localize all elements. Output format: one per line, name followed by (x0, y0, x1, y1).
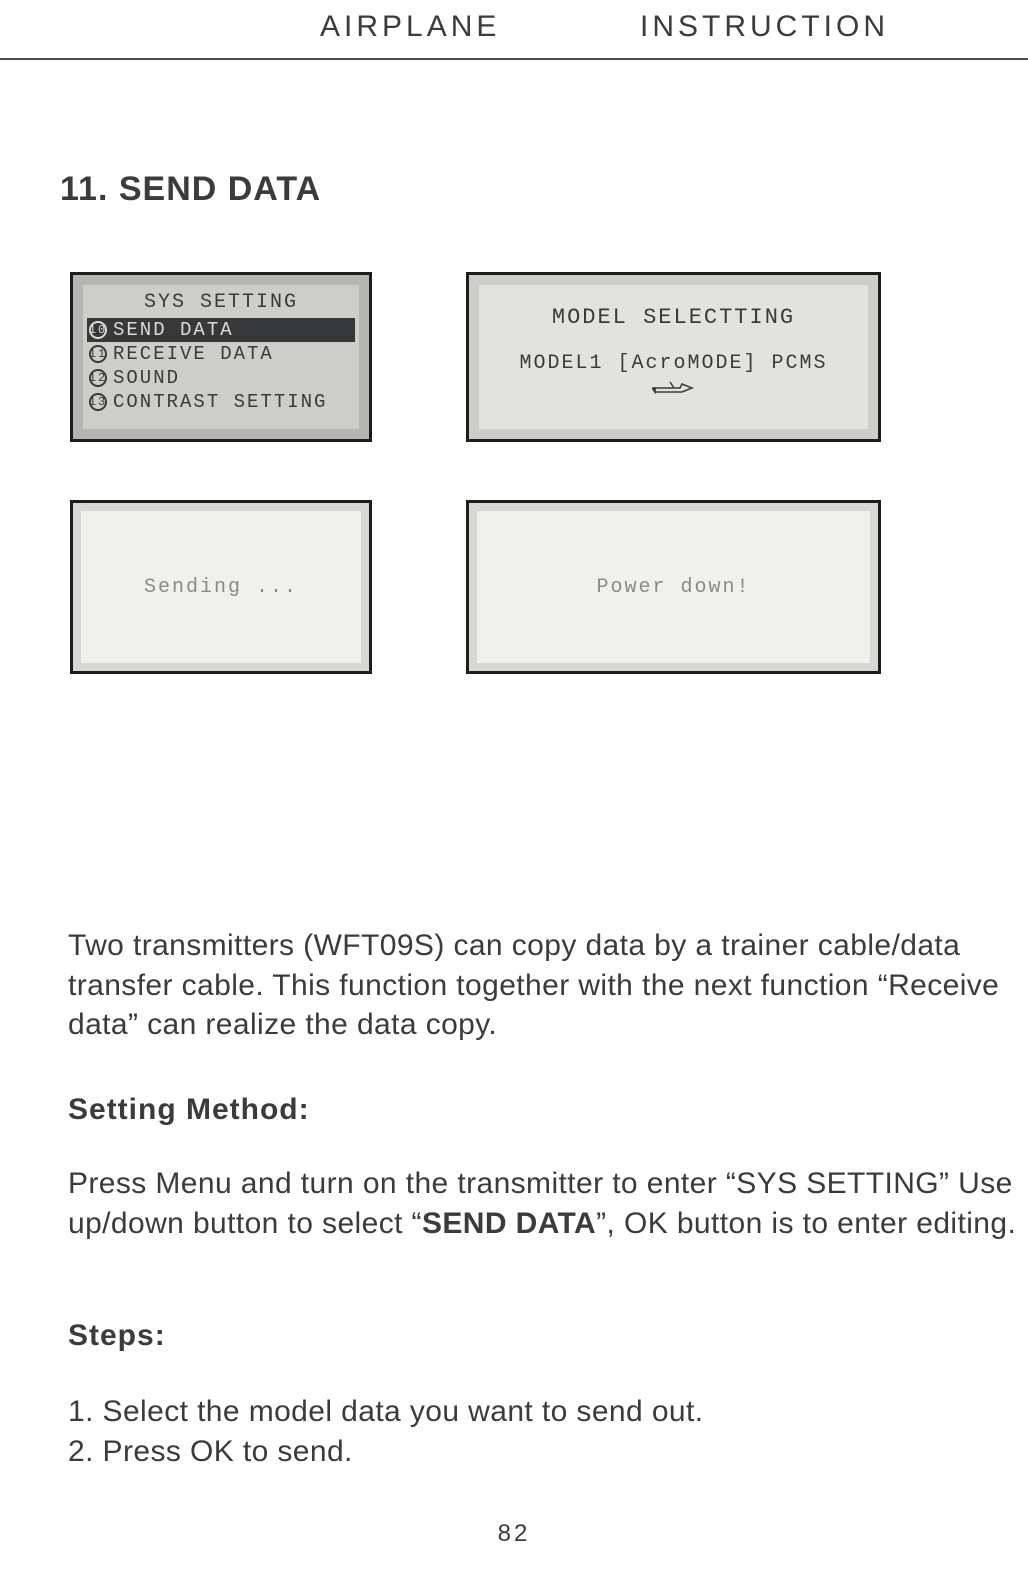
lcd-model-select: MODEL SELECTTING MODEL1 [AcroMODE] PCMS (466, 272, 881, 442)
row-label: SOUND (113, 367, 180, 389)
lcd1-row-sound: 12 SOUND (87, 366, 355, 390)
page-number: 82 (0, 1520, 1028, 1548)
method-bold: SEND DATA (422, 1207, 596, 1240)
method-post: ”, OK button is to enter editing. (596, 1207, 1016, 1240)
lcd1-row-receive-data: 11 RECEIVE DATA (87, 342, 355, 366)
row-badge: 13 (89, 393, 107, 411)
setting-method-text: Press Menu and turn on the transmitter t… (68, 1164, 1028, 1243)
row-badge: 11 (89, 345, 107, 363)
steps-list: 1. Select the model data you want to sen… (68, 1392, 1028, 1471)
lcd-sys-setting: SYS SETTING 10 SEND DATA 11 RECEIVE DATA… (70, 272, 372, 442)
lcd2-line2: MODEL1 [AcroMODE] PCMS (483, 352, 864, 375)
steps-heading: Steps: (68, 1316, 1028, 1356)
row-badge: 12 (89, 369, 107, 387)
row-badge: 10 (89, 321, 107, 339)
lcd-sending: Sending ... (70, 500, 372, 674)
step-1: 1. Select the model data you want to sen… (68, 1392, 1028, 1432)
header-left: AIRPLANE (320, 10, 500, 44)
row-label: RECEIVE DATA (113, 343, 274, 365)
lcd4-text: Power down! (483, 517, 864, 657)
lcd1-row-contrast: 13 CONTRAST SETTING (87, 390, 355, 414)
lcd-power-down: Power down! (466, 500, 881, 674)
row-label: CONTRAST SETTING (113, 391, 327, 413)
section-title: 11. SEND DATA (60, 170, 321, 209)
header-rule (0, 58, 1028, 60)
intro-paragraph: Two transmitters (WFT09S) can copy data … (68, 926, 1028, 1045)
step-2: 2. Press OK to send. (68, 1432, 1028, 1472)
setting-method-heading: Setting Method: (68, 1090, 1028, 1130)
lcd1-title: SYS SETTING (87, 291, 355, 314)
lcd2-line1: MODEL SELECTTING (483, 305, 864, 330)
row-label: SEND DATA (113, 319, 234, 341)
lcd1-row-send-data: 10 SEND DATA (87, 318, 355, 342)
header-right: INSTRUCTION (640, 10, 889, 44)
lcd3-text: Sending ... (87, 517, 355, 657)
airplane-icon (483, 379, 864, 402)
